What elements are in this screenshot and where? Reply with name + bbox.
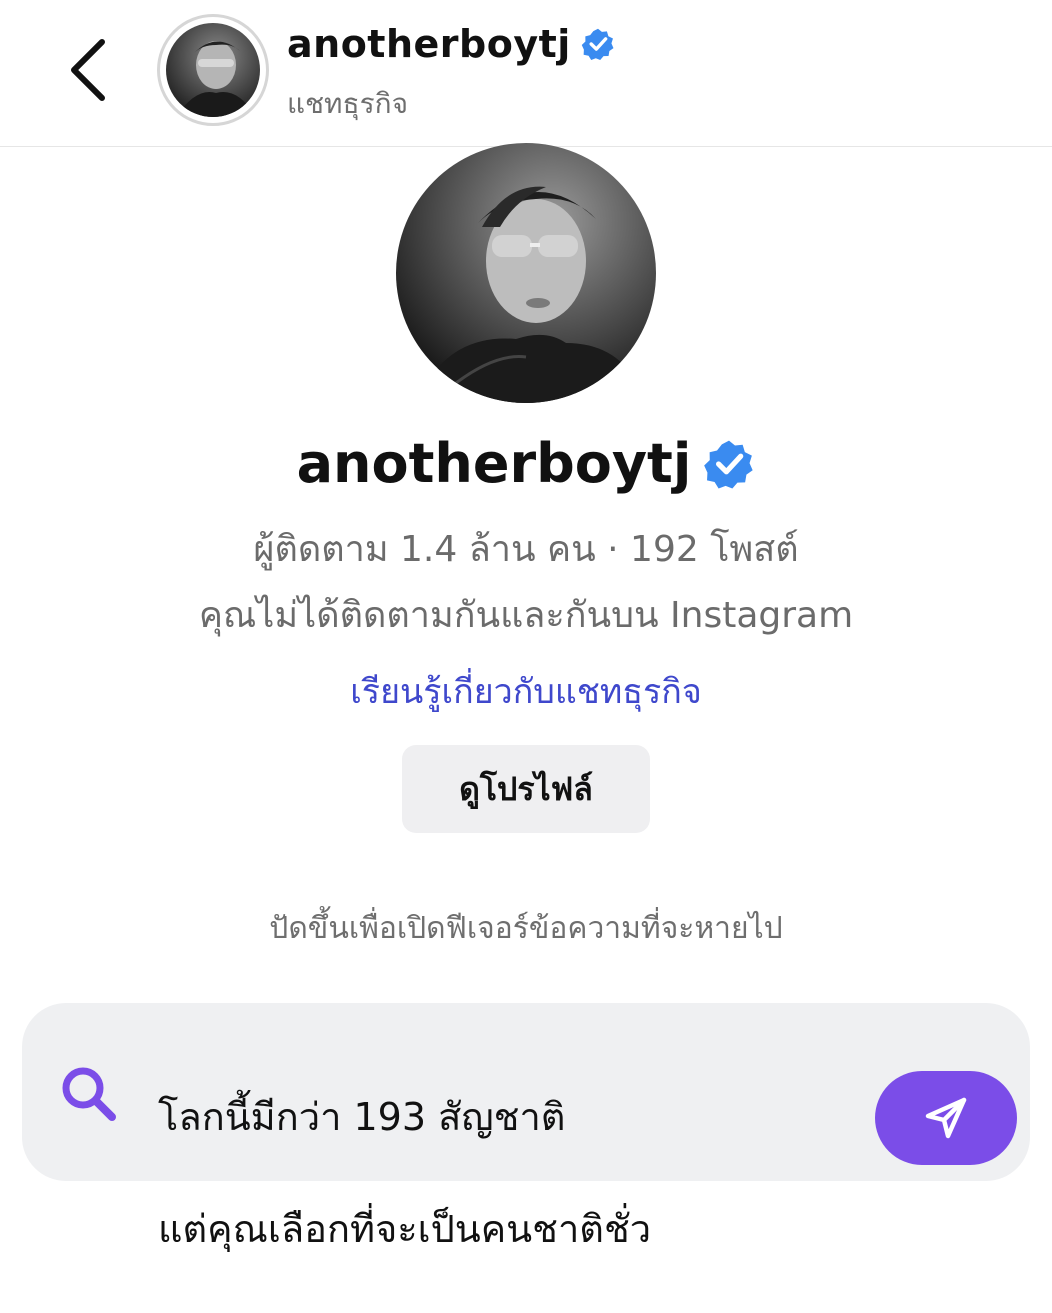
search-icon (62, 1067, 116, 1121)
profile-photo (396, 143, 656, 403)
vanish-mode-hint: ปัดขึ้นเพื่อเปิดฟีเจอร์ข้อความที่จะหายไป (269, 911, 783, 946)
header-avatar[interactable] (157, 14, 269, 126)
follow-relationship-text: คุณไม่ได้ติดตามกันและกันบน Instagram (198, 595, 854, 636)
avatar-image (166, 23, 260, 117)
header-username: anotherboytj (287, 22, 615, 66)
search-button[interactable] (56, 1061, 122, 1127)
message-composer[interactable]: โลกนี้มีกว่า 193 สัญชาติ แต่คุณเลือกที่จ… (22, 1003, 1030, 1251)
message-input[interactable]: โลกนี้มีกว่า 193 สัญชาติ แต่คุณเลือกที่จ… (158, 1033, 858, 1313)
message-line-1: โลกนี้มีกว่า 193 สัญชาติ (158, 1095, 566, 1139)
send-button[interactable] (875, 1071, 1017, 1165)
chat-header: anotherboytj แชทธุรกิจ (0, 0, 1052, 147)
profile-name-text: anotherboytj (296, 432, 692, 495)
view-profile-button[interactable]: ดูโปรไฟล์ (402, 745, 650, 833)
back-button[interactable] (60, 30, 120, 110)
header-subtitle: แชทธุรกิจ (287, 87, 408, 120)
profile-avatar[interactable] (396, 143, 656, 403)
chevron-left-icon (71, 39, 105, 101)
profile-stats: ผู้ติดตาม 1.4 ล้าน คน · 192 โพสต์ (253, 529, 799, 570)
send-icon (925, 1097, 967, 1139)
learn-business-chat-link[interactable]: เรียนรู้เกี่ยวกับแชทธุรกิจ (0, 664, 1052, 718)
header-title: anotherboytj (287, 22, 571, 66)
profile-username: anotherboytj (0, 432, 1052, 495)
verified-badge-icon (581, 28, 614, 60)
verified-badge-icon (704, 440, 754, 488)
message-line-2: แต่คุณเลือกที่จะเป็นคนชาติชั่ว (158, 1207, 652, 1251)
